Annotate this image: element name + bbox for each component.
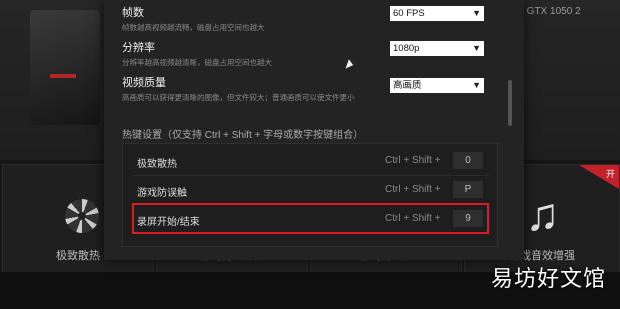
resolution-desc: 分辨率越高视频越清晰，磁盘占用空间也越大: [122, 58, 272, 67]
hotkey-name: 游戏防误触: [137, 188, 187, 199]
fan-icon: [65, 199, 99, 233]
highlight-box: [132, 203, 489, 234]
framerate-select[interactable]: 60 FPS ▼: [390, 6, 484, 21]
resolution-value: 1080p: [393, 43, 420, 54]
chevron-down-icon: ▼: [472, 8, 481, 18]
quality-value: 高画质: [393, 80, 422, 91]
music-note-icon: ♫: [525, 188, 560, 240]
on-badge-label: 开: [605, 169, 615, 179]
chevron-down-icon: ▼: [472, 43, 481, 53]
quality-desc: 高画质可以获得更清晰的图像，但文件较大；普通画质可以使文件更小: [122, 93, 355, 102]
hotkey-key-input[interactable]: P: [453, 181, 483, 198]
hotkey-key-input[interactable]: 0: [453, 152, 483, 169]
framerate-desc: 帧数越高视频越流畅，磁盘占用空间也越大: [122, 23, 265, 32]
hotkey-name: 极致散热: [137, 159, 177, 170]
framerate-value: 60 FPS: [393, 8, 425, 19]
resolution-select[interactable]: 1080p ▼: [390, 41, 484, 56]
panel-scrollbar[interactable]: [508, 80, 512, 126]
laptop-image: [30, 10, 100, 125]
quality-select[interactable]: 高画质 ▼: [390, 78, 484, 93]
hotkey-combo: Ctrl + Shift +: [385, 155, 441, 166]
hotkey-row-anti-touch: 游戏防误触 Ctrl + Shift + P: [133, 179, 489, 201]
watermark: 易坊好文馆: [490, 266, 606, 291]
hotkey-row-cooling: 极致散热 Ctrl + Shift + 0: [133, 150, 489, 172]
divider: [133, 175, 489, 176]
hotkey-combo: Ctrl + Shift +: [385, 184, 441, 195]
chevron-down-icon: ▼: [472, 80, 481, 90]
hotkey-section-header: 热键设置（仅支持 Ctrl + Shift + 字母或数字按键组合）: [122, 130, 364, 141]
